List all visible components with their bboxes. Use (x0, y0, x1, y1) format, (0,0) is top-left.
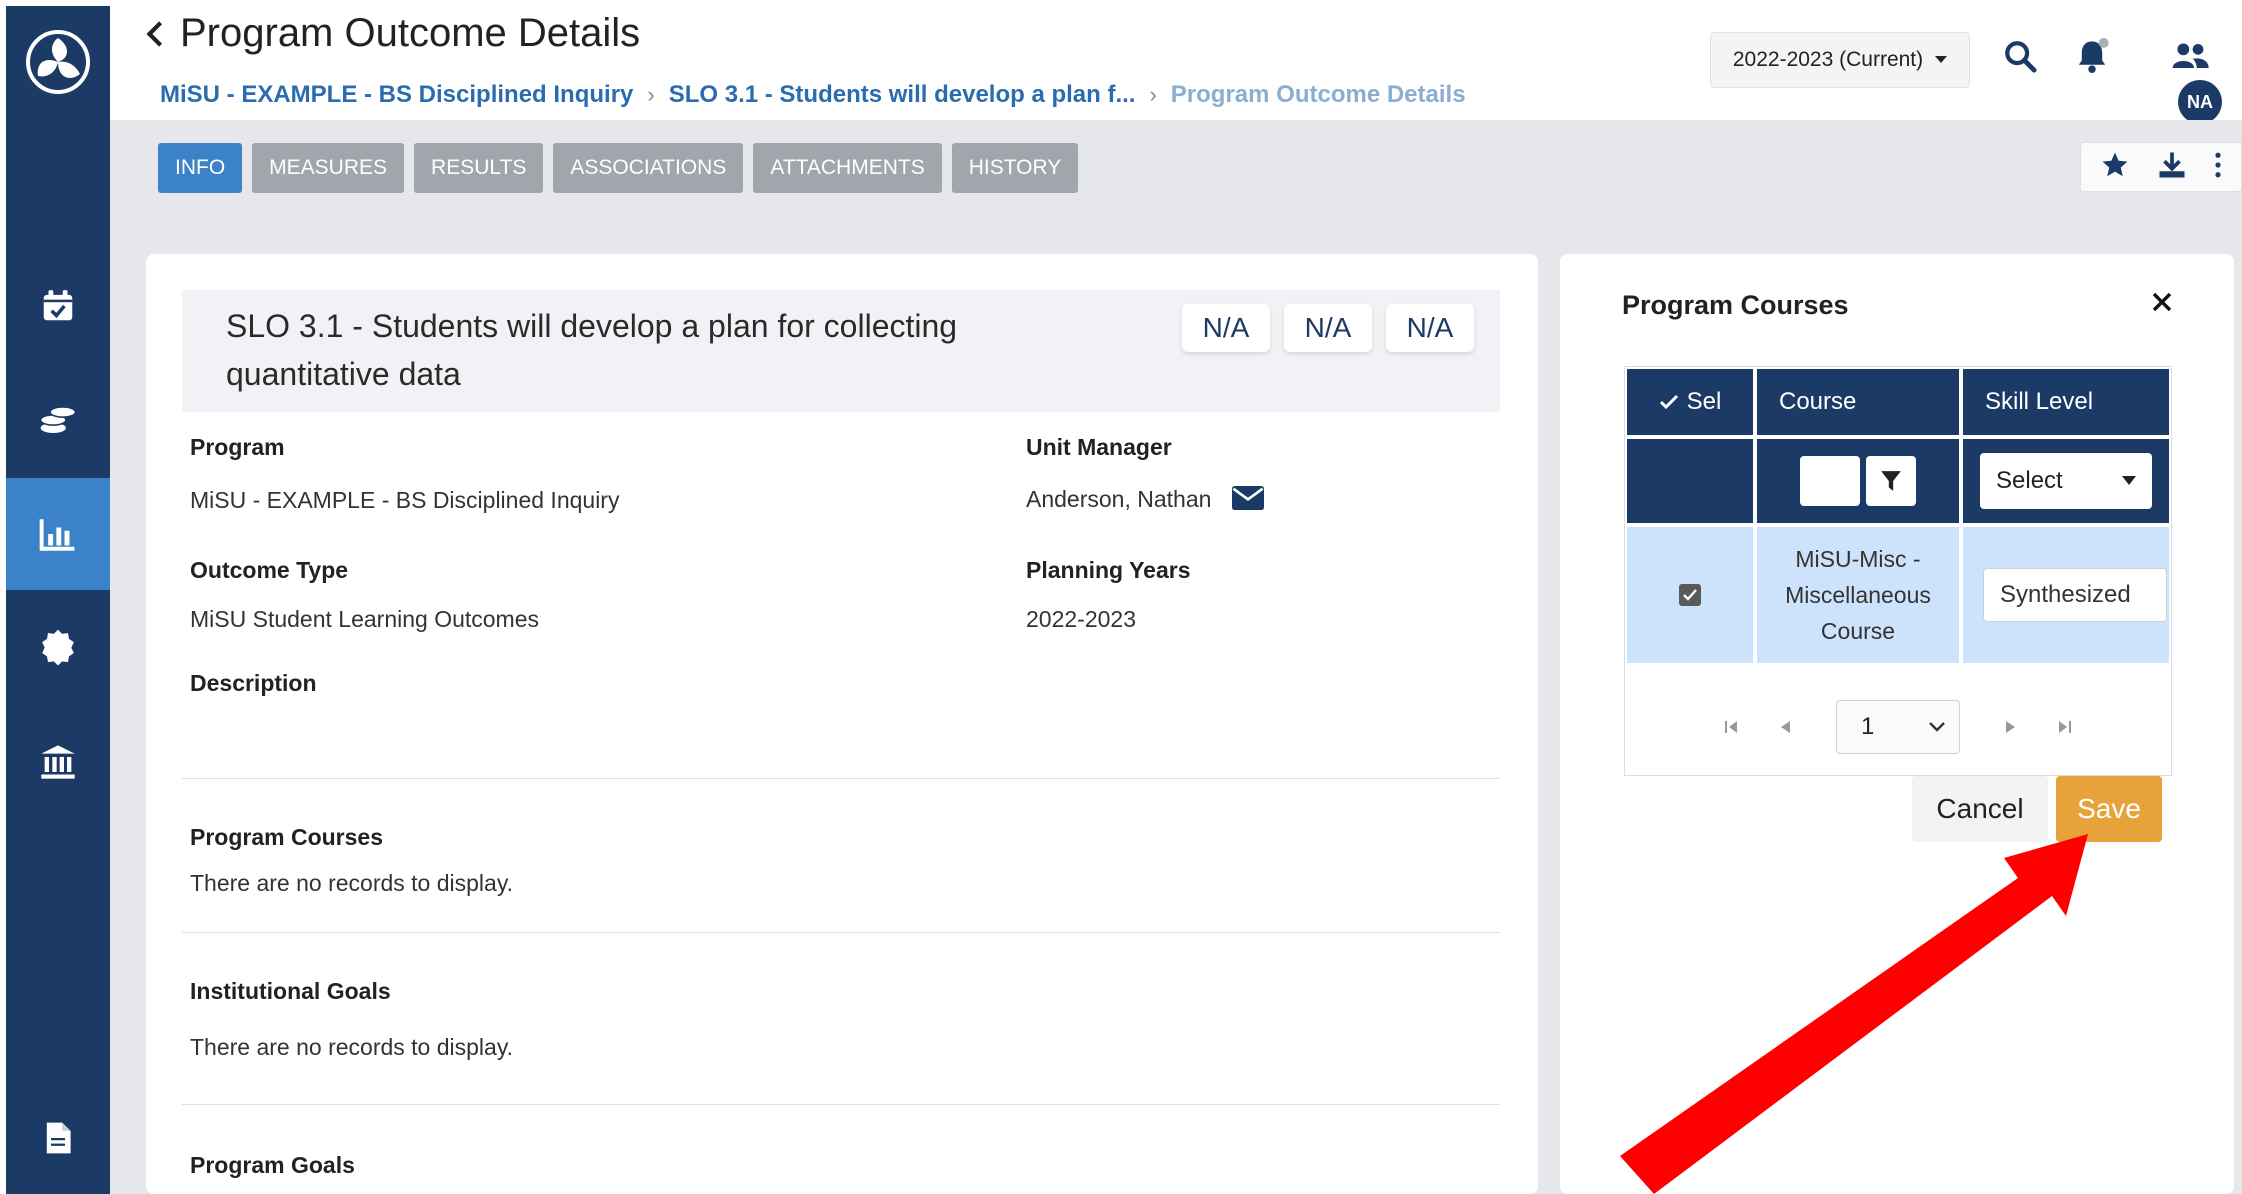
outcome-type-value: MiSU Student Learning Outcomes (190, 606, 540, 632)
tab-bar: INFO MEASURES RESULTS ASSOCIATIONS ATTAC… (158, 143, 1079, 193)
row-course-cell: MiSU-Misc - Miscellaneous Course (1757, 527, 1959, 663)
avatar[interactable]: NA (2178, 80, 2222, 124)
search-icon[interactable] (2000, 36, 2040, 76)
description-label: Description (190, 670, 317, 696)
previous-page-icon[interactable] (1758, 707, 1812, 747)
sidebar-nav (6, 6, 110, 1194)
status-badge: N/A (1284, 304, 1372, 352)
filter-icon[interactable] (1866, 456, 1916, 506)
download-icon[interactable] (2157, 150, 2187, 185)
row-select-checkbox[interactable] (1679, 584, 1701, 606)
tab-associations[interactable]: ASSOCIATIONS (553, 143, 744, 193)
section-divider (182, 778, 1500, 779)
status-badge: N/A (1182, 304, 1270, 352)
row-skill-cell: Synthesized (1963, 527, 2169, 663)
planning-year-dropdown[interactable]: 2022-2023 (Current) (1710, 32, 1970, 88)
course-filter-input[interactable] (1800, 456, 1860, 506)
star-icon[interactable] (2100, 150, 2130, 185)
program-label: Program (190, 434, 285, 460)
breadcrumb-separator-icon: › (1149, 82, 1157, 107)
first-page-icon[interactable] (1704, 707, 1758, 747)
skill-filter-cell: Select (1963, 439, 2169, 523)
status-badges: N/A N/A N/A (1182, 304, 1474, 352)
page-number-select[interactable]: 1 (1836, 700, 1960, 754)
close-icon[interactable] (2144, 284, 2180, 320)
page-number-value: 1 (1861, 713, 1875, 740)
annotation-arrow-icon (1620, 834, 2088, 1194)
breadcrumb-current: Program Outcome Details (1170, 81, 1466, 108)
program-value: MiSU - EXAMPLE - BS Disciplined Inquiry (190, 487, 620, 513)
status-badge: N/A (1386, 304, 1474, 352)
outcome-type-label: Outcome Type (190, 557, 349, 583)
skill-level-filter-select[interactable]: Select (1980, 453, 2152, 509)
breadcrumb: MiSU - EXAMPLE - BS Disciplined Inquiry … (160, 80, 1466, 110)
sel-column-label: Sel (1686, 388, 1722, 415)
last-page-icon[interactable] (2038, 707, 2092, 747)
planning-years-value: 2022-2023 (1026, 606, 1136, 632)
unit-manager-row: Anderson, Nathan (1026, 486, 1264, 516)
skill-level-filter-value: Select (1996, 467, 2063, 494)
breadcrumb-outcome-link[interactable]: SLO 3.1 - Students will develop a plan f… (669, 80, 1136, 110)
row-select-cell (1627, 527, 1753, 663)
tab-info[interactable]: INFO (158, 143, 243, 193)
document-icon[interactable] (6, 1082, 110, 1194)
chart-bar-icon[interactable] (6, 478, 110, 590)
tab-attachments[interactable]: ATTACHMENTS (753, 143, 942, 193)
more-vertical-icon[interactable] (2214, 152, 2222, 183)
breadcrumb-separator-icon: › (647, 82, 655, 107)
program-goals-label: Program Goals (190, 1152, 355, 1178)
section-divider (182, 932, 1500, 933)
institutional-goals-label: Institutional Goals (190, 978, 391, 1004)
panel-title: Program Courses (1622, 290, 1849, 320)
users-icon[interactable] (2168, 36, 2212, 76)
page-title: Program Outcome Details (180, 11, 641, 55)
institution-icon[interactable] (6, 706, 110, 818)
program-courses-empty: There are no records to display. (190, 870, 514, 896)
sel-filter-cell (1627, 439, 1753, 523)
back-chevron-icon[interactable] (140, 14, 170, 54)
courses-grid: Sel Course Skill Level Select MiSU-Misc … (1624, 366, 2172, 776)
tab-results[interactable]: RESULTS (414, 143, 544, 193)
planning-year-value: 2022-2023 (Current) (1732, 48, 1924, 71)
calendar-check-icon[interactable] (6, 250, 110, 362)
outcome-title: SLO 3.1 - Students will develop a plan f… (226, 308, 958, 392)
course-filter-cell (1757, 439, 1959, 523)
course-name: MiSU-Misc - Miscellaneous Course (1757, 541, 1959, 649)
course-name-line: Course (1820, 618, 1896, 644)
outcome-header: SLO 3.1 - Students will develop a plan f… (182, 290, 1500, 412)
envelope-icon[interactable] (1231, 486, 1264, 516)
skill-level-field[interactable]: Synthesized (1983, 568, 2167, 622)
tab-measures[interactable]: MEASURES (252, 143, 405, 193)
unit-manager-value: Anderson, Nathan (1026, 486, 1212, 513)
caret-down-icon (2122, 476, 2136, 485)
badge-seal-icon[interactable] (6, 592, 110, 704)
grid-pager: 1 (1625, 679, 2171, 775)
course-name-line: MiSU-Misc - (1795, 546, 1921, 572)
institutional-goals-empty: There are no records to display. (190, 1034, 514, 1060)
next-page-icon[interactable] (1984, 707, 2038, 747)
caret-down-icon (1935, 56, 1948, 63)
breadcrumb-program-link[interactable]: MiSU - EXAMPLE - BS Disciplined Inquiry (160, 80, 633, 110)
page-toolbar (2080, 142, 2242, 192)
tab-history[interactable]: HISTORY (951, 143, 1079, 193)
section-divider (182, 1104, 1500, 1105)
chevron-down-icon (1929, 722, 1945, 732)
check-icon (1659, 394, 1678, 410)
unit-manager-label: Unit Manager (1026, 434, 1172, 460)
course-name-line: Miscellaneous (1785, 582, 1931, 608)
outcome-details-card: SLO 3.1 - Students will develop a plan f… (146, 254, 1538, 1194)
course-column-header[interactable]: Course (1757, 369, 1959, 435)
planning-years-label: Planning Years (1026, 557, 1191, 583)
app-logo-icon[interactable] (24, 28, 92, 96)
skill-column-header[interactable]: Skill Level (1963, 369, 2169, 435)
sel-column-header[interactable]: Sel (1627, 369, 1753, 435)
notification-bell-icon[interactable] (2070, 34, 2114, 78)
coins-icon[interactable] (6, 364, 110, 476)
program-courses-label: Program Courses (190, 824, 384, 850)
